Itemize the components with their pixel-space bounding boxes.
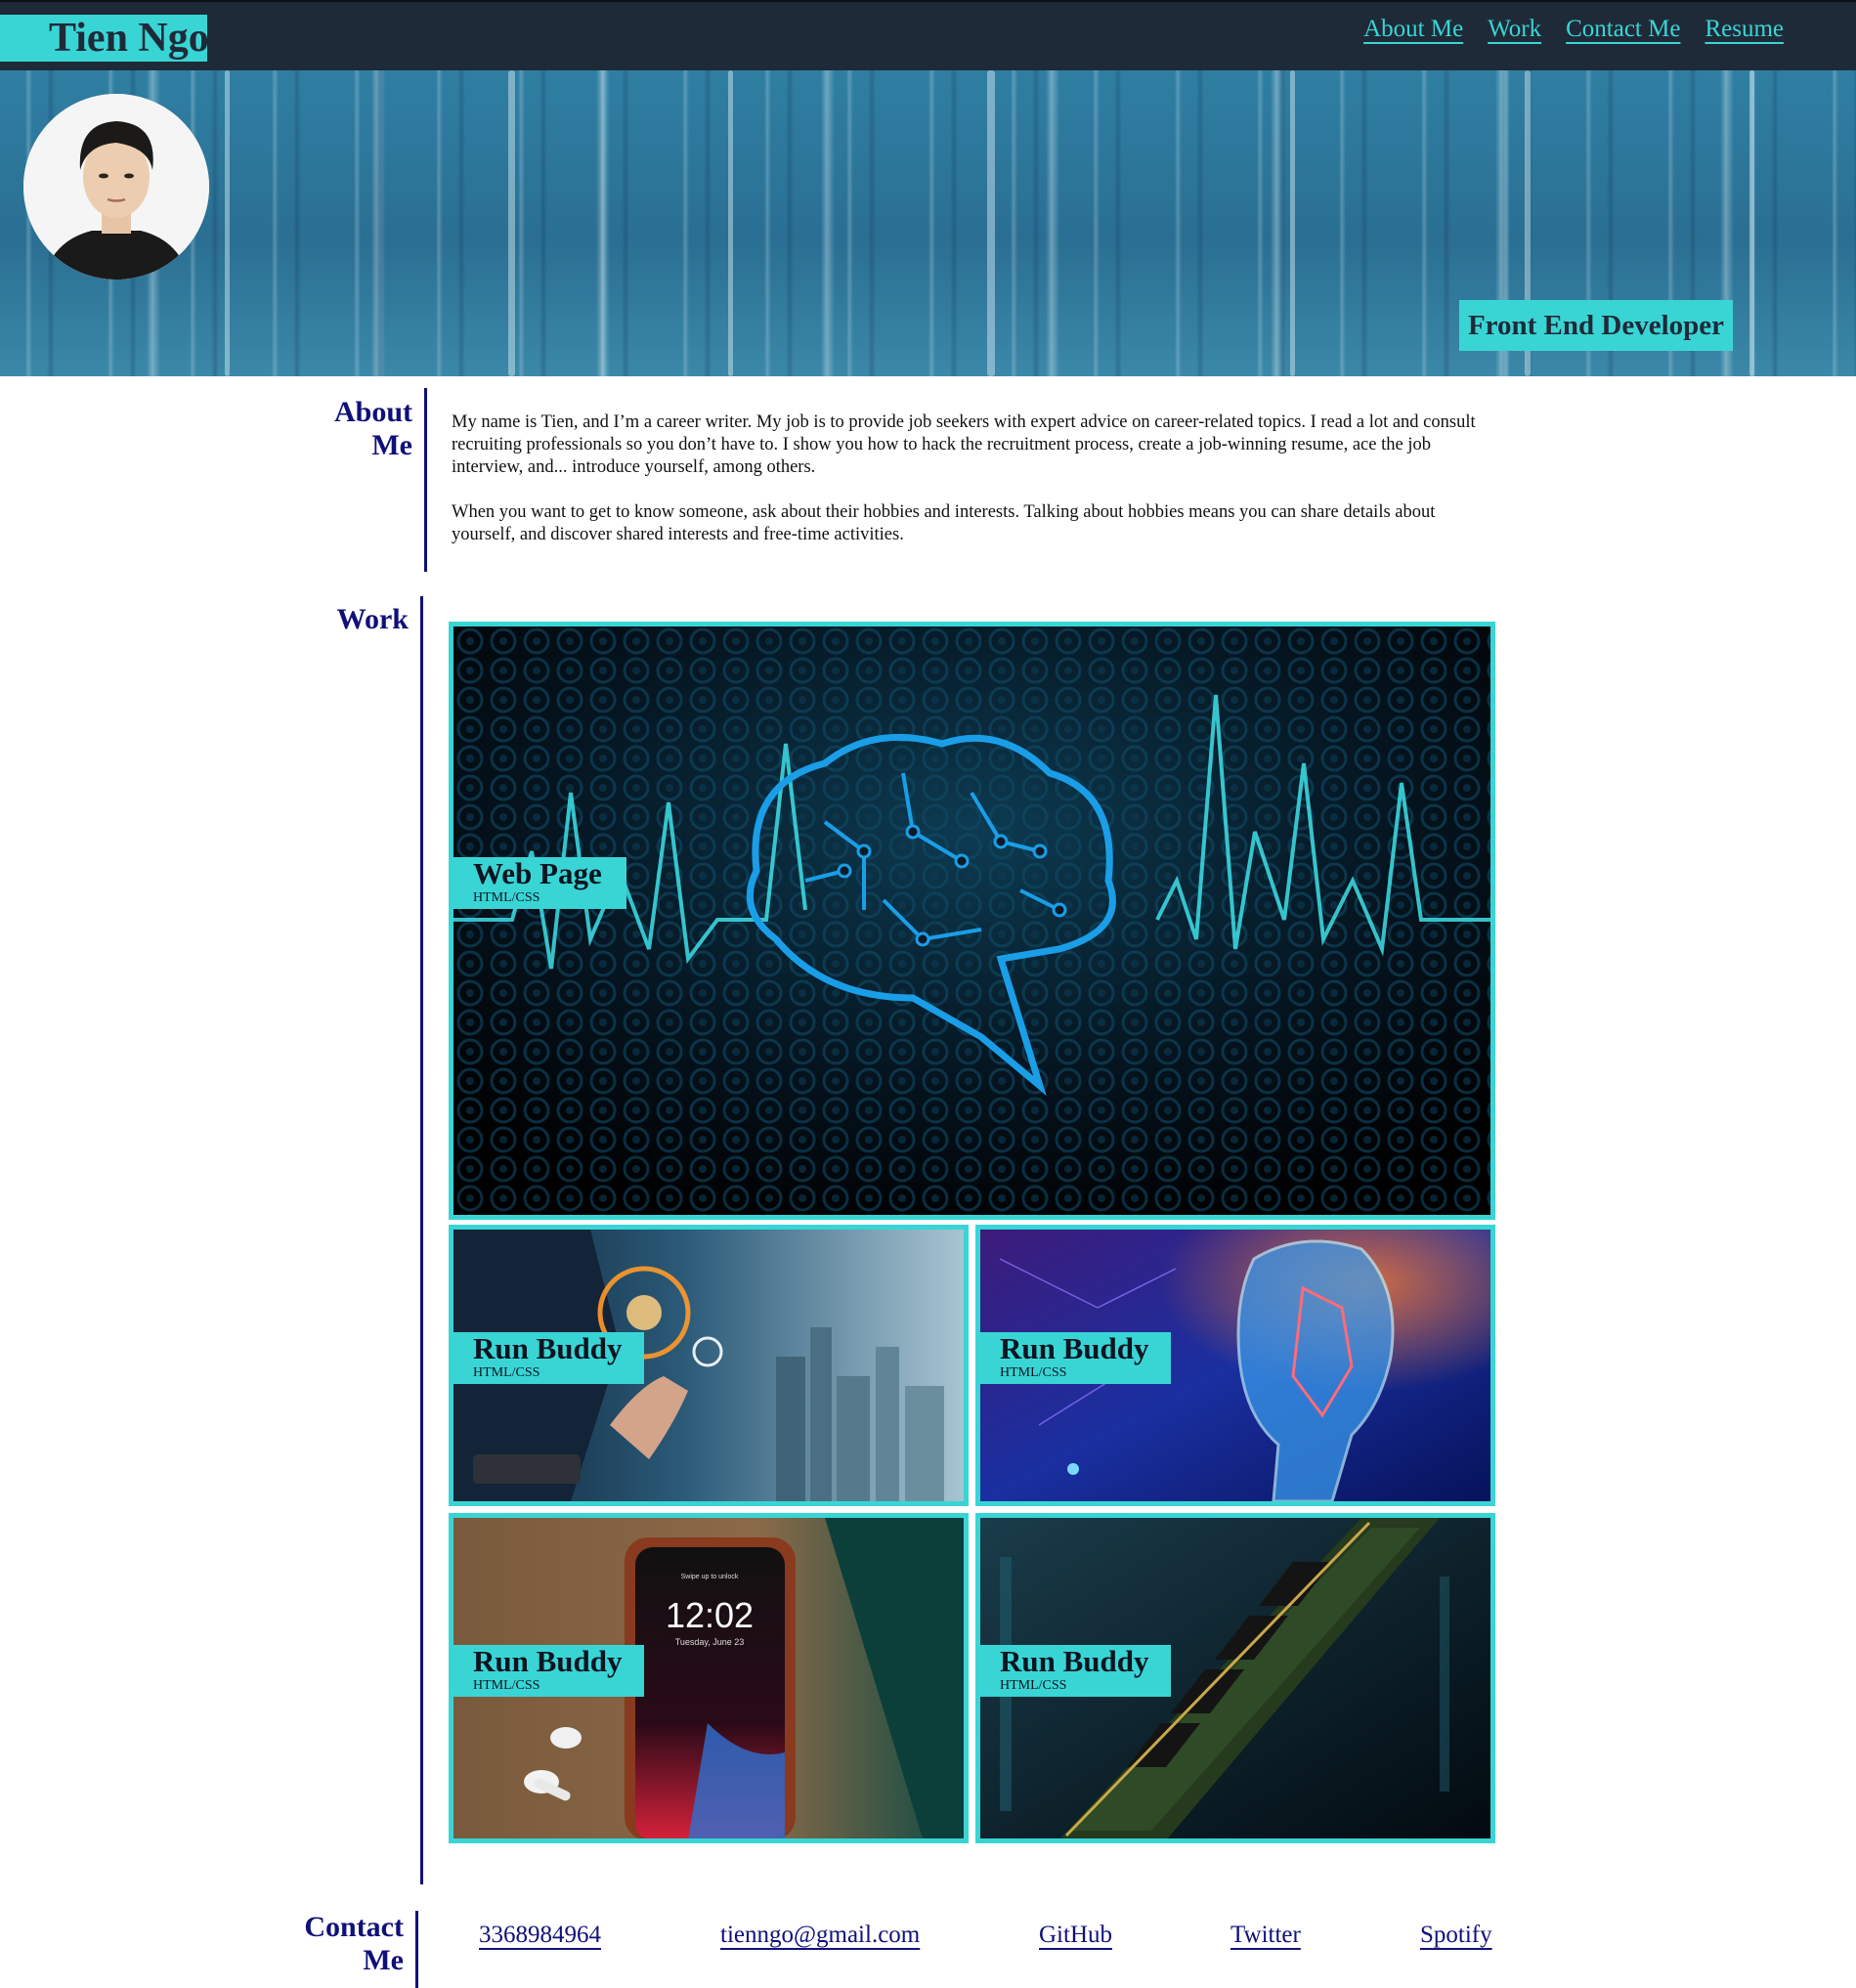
contact-spotify-link[interactable]: Spotify — [1420, 1922, 1492, 1949]
nav-about-me[interactable]: About Me — [1363, 12, 1463, 47]
contact-email-link[interactable]: tienngo@gmail.com — [720, 1922, 920, 1949]
wood-grain — [1290, 70, 1295, 376]
project-card-run-buddy-3[interactable]: 12:02 Tuesday, June 23 Swipe up to unloc… — [449, 1513, 969, 1843]
contact-title-line-2: Me — [363, 1944, 404, 1976]
work-heading: Work — [336, 603, 409, 635]
brand-name[interactable]: Tien Ngo — [0, 15, 209, 62]
project-label: Web Page HTML/CSS — [453, 857, 626, 909]
project-card-run-buddy-1[interactable]: Run Buddy HTML/CSS — [449, 1225, 969, 1506]
profile-photo — [23, 94, 209, 280]
about-divider — [424, 388, 427, 572]
contact-title-line-1: Contact — [304, 1911, 404, 1943]
about-me-heading: About Me — [293, 396, 412, 462]
neon-brain-image — [453, 627, 1490, 1215]
contact-github-link[interactable]: GitHub — [1039, 1922, 1112, 1949]
project-label: Run Buddy HTML/CSS — [980, 1645, 1171, 1697]
contact-me-heading: Contact Me — [274, 1911, 404, 1977]
project-card-web-page[interactable]: Web Page HTML/CSS — [449, 622, 1495, 1220]
top-navbar: Tien Ngo About Me Work Contact Me Resume — [0, 0, 1856, 70]
about-title-line-2: Me — [371, 429, 412, 461]
project-card-run-buddy-4[interactable]: Run Buddy HTML/CSS — [975, 1513, 1495, 1843]
project-label: Run Buddy HTML/CSS — [453, 1645, 644, 1697]
wood-grain — [728, 70, 733, 376]
project-tech: HTML/CSS — [1000, 1365, 1067, 1380]
phone-unlock-hint: Swipe up to unlock — [681, 1574, 739, 1580]
project-title: Run Buddy — [1000, 1331, 1149, 1365]
project-title: Run Buddy — [1000, 1644, 1149, 1678]
project-title: Web Page — [473, 856, 602, 890]
profile-avatar — [23, 94, 209, 280]
work-divider — [420, 596, 423, 1884]
main-nav: About Me Work Contact Me Resume — [1363, 12, 1784, 47]
wood-grain — [225, 70, 230, 376]
project-title: Run Buddy — [473, 1644, 623, 1678]
project-tech: HTML/CSS — [473, 890, 540, 905]
nav-resume[interactable]: Resume — [1705, 12, 1784, 47]
nav-contact-me[interactable]: Contact Me — [1566, 12, 1680, 47]
project-tech: HTML/CSS — [473, 1365, 540, 1380]
contact-phone-link[interactable]: 3368984964 — [479, 1922, 601, 1949]
phone-clock: 12:02 — [666, 1595, 754, 1635]
about-paragraph: My name is Tien, and I’m a career writer… — [452, 412, 1476, 477]
project-label: Run Buddy HTML/CSS — [980, 1332, 1171, 1384]
phone-date: Tuesday, June 23 — [675, 1637, 745, 1647]
hero-banner: Front End Developer — [0, 70, 1856, 376]
role-badge: Front End Developer — [1458, 300, 1733, 351]
project-tech: HTML/CSS — [1000, 1678, 1067, 1693]
project-title: Run Buddy — [473, 1331, 623, 1365]
about-text: My name is Tien, and I’m a career writer… — [452, 411, 1501, 569]
wood-grain — [508, 70, 515, 376]
about-paragraph: When you want to get to know someone, as… — [452, 502, 1436, 544]
project-label: Run Buddy HTML/CSS — [453, 1332, 644, 1384]
nav-work[interactable]: Work — [1488, 12, 1541, 47]
contact-divider — [415, 1911, 418, 1988]
about-title-line-1: About — [333, 396, 412, 428]
project-tech: HTML/CSS — [473, 1678, 540, 1693]
wood-grain — [1749, 70, 1754, 376]
wood-grain — [987, 70, 995, 376]
contact-twitter-link[interactable]: Twitter — [1230, 1922, 1301, 1949]
project-card-run-buddy-2[interactable]: Run Buddy HTML/CSS — [975, 1225, 1495, 1506]
